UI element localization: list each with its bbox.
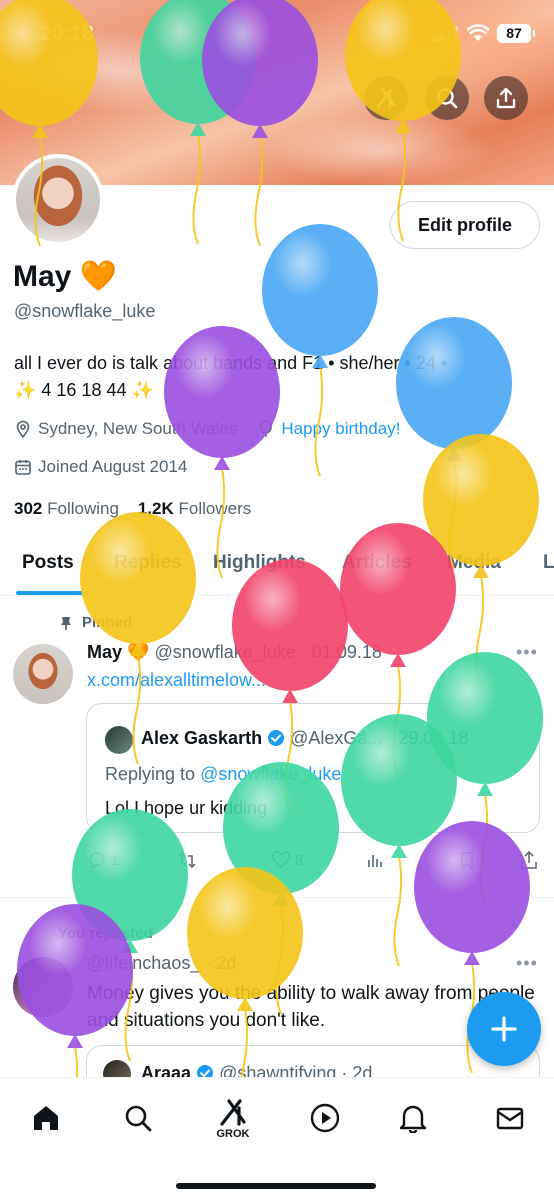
profile-joined: Joined August 2014 (38, 457, 188, 476)
calendar-icon (15, 460, 31, 475)
wifi-icon (467, 24, 489, 41)
quoted-tweet[interactable]: Alex Gaskarth @AlexGa... · 29.04.18 Repl… (86, 703, 540, 833)
edit-profile-button[interactable]: Edit profile (390, 201, 540, 249)
status-time: 20:18 (40, 22, 94, 45)
tweet-more-icon[interactable]: ••• (516, 642, 538, 663)
search-button[interactable] (425, 76, 469, 120)
tab-highlights[interactable]: Highlights (213, 552, 306, 574)
tweet-link[interactable]: x.com/alexalltimelow... (87, 670, 266, 691)
tab-posts[interactable]: Posts (22, 552, 74, 574)
pinned-indicator: Pinned (58, 614, 132, 631)
bookmark-button[interactable] (457, 850, 477, 870)
status-bar: 20:18 87 (0, 0, 554, 64)
display-name: May 🧡 (13, 260, 118, 293)
bottom-nav: GROK (0, 1077, 554, 1200)
profile-avatar[interactable] (12, 154, 104, 246)
tweet-share-button[interactable] (519, 850, 539, 870)
quoted-text: Lol I hope ur kidding (105, 798, 268, 818)
nav-notifications[interactable] (393, 1098, 433, 1138)
repost-indicator: You reposted (58, 925, 153, 942)
meta-location-birthday: Sydney, New South Wales Happy birthday! (14, 419, 400, 439)
profile-tabs: Posts Replies Highlights Articles Media … (0, 538, 554, 596)
tab-articles[interactable]: Articles (342, 552, 412, 574)
plus-icon (491, 1016, 517, 1042)
repost-icon (178, 851, 196, 869)
bookmark-icon (461, 852, 473, 870)
followers-link[interactable]: 1,2K Followers (138, 499, 251, 518)
replying-to-handle[interactable]: @snowflake_luke (200, 764, 341, 784)
battery-indicator: 87 (497, 24, 535, 43)
tweet-avatar[interactable] (13, 644, 73, 704)
home-icon (34, 1106, 58, 1130)
balloon-icon (260, 420, 273, 437)
quoted-avatar (105, 726, 133, 754)
quoted-author-name: Alex Gaskarth (141, 728, 263, 748)
grok-icon (376, 88, 396, 109)
search-icon (437, 88, 458, 109)
share-icon (521, 850, 537, 869)
home-indicator (176, 1183, 376, 1189)
tweet2-more-icon[interactable]: ••• (516, 953, 538, 974)
compose-button[interactable] (467, 992, 541, 1066)
reply-button[interactable]: 1 (87, 850, 119, 870)
following-link[interactable]: 302 Following (14, 499, 119, 518)
bio-line-2: ✨ 4 16 18 44 ✨ (14, 380, 154, 400)
active-tab-indicator (16, 591, 83, 595)
profile-location: Sydney, New South Wales (38, 419, 238, 438)
location-pin-icon (16, 420, 30, 438)
follow-stats: 302 Following 1,2K Followers (14, 499, 251, 519)
views-icon (368, 855, 382, 867)
tab-more[interactable]: L (543, 552, 554, 574)
meta-joined: Joined August 2014 (14, 457, 187, 477)
heart-icon (272, 851, 290, 868)
bell-icon (399, 1105, 427, 1133)
like-button[interactable]: 8 (271, 850, 303, 870)
tweet-author-name[interactable]: May 🧡 (87, 642, 149, 662)
tweet2-handle-date: @lifeinchaos_ · 2d (87, 953, 237, 973)
reply-icon (89, 852, 105, 870)
search-icon (125, 1105, 152, 1132)
tweet-header: May 🧡 @snowflake_luke · 01.09.18 (87, 642, 382, 663)
grok-button[interactable] (364, 76, 408, 120)
repost-button[interactable] (177, 850, 197, 870)
grok-label: GROK (216, 1128, 250, 1140)
profile-handle: @snowflake_luke (14, 301, 156, 321)
profile-bio: all I ever do is talk about bands and F1… (14, 350, 539, 404)
play-icon (310, 1103, 340, 1133)
mail-icon (496, 1107, 524, 1130)
share-button[interactable] (484, 76, 528, 120)
nav-home[interactable] (26, 1098, 66, 1138)
nav-grok[interactable] (213, 1092, 253, 1132)
verified-badge-icon (268, 730, 285, 746)
nav-video[interactable] (305, 1098, 345, 1138)
grok-icon (220, 1099, 246, 1126)
tweet2-avatar[interactable] (13, 957, 73, 1017)
pin-icon (61, 616, 71, 630)
tweet2-header: @lifeinchaos_ · 2d (87, 953, 236, 974)
nav-messages[interactable] (490, 1098, 530, 1138)
share-icon (496, 87, 516, 109)
tab-replies[interactable]: Replies (114, 552, 182, 574)
quoted-handle-date: @AlexGa... · 29.04.18 (290, 728, 469, 748)
birthday-link[interactable]: Happy birthday! (281, 419, 400, 439)
nav-search[interactable] (118, 1098, 158, 1138)
quoted-header: Alex Gaskarth @AlexGa... · 29.04.18 (141, 728, 468, 749)
tweet-divider (0, 897, 554, 898)
bio-line-1: all I ever do is talk about bands and F1… (14, 353, 448, 373)
tab-media[interactable]: Media (447, 552, 501, 574)
tweet-handle-date: @snowflake_luke · 01.09.18 (154, 642, 382, 662)
views-button[interactable] (365, 850, 385, 870)
tweet-actions: 1 8 (87, 850, 542, 874)
signal-icon (432, 26, 458, 42)
replying-to: Replying to @snowflake_luke (105, 764, 342, 784)
